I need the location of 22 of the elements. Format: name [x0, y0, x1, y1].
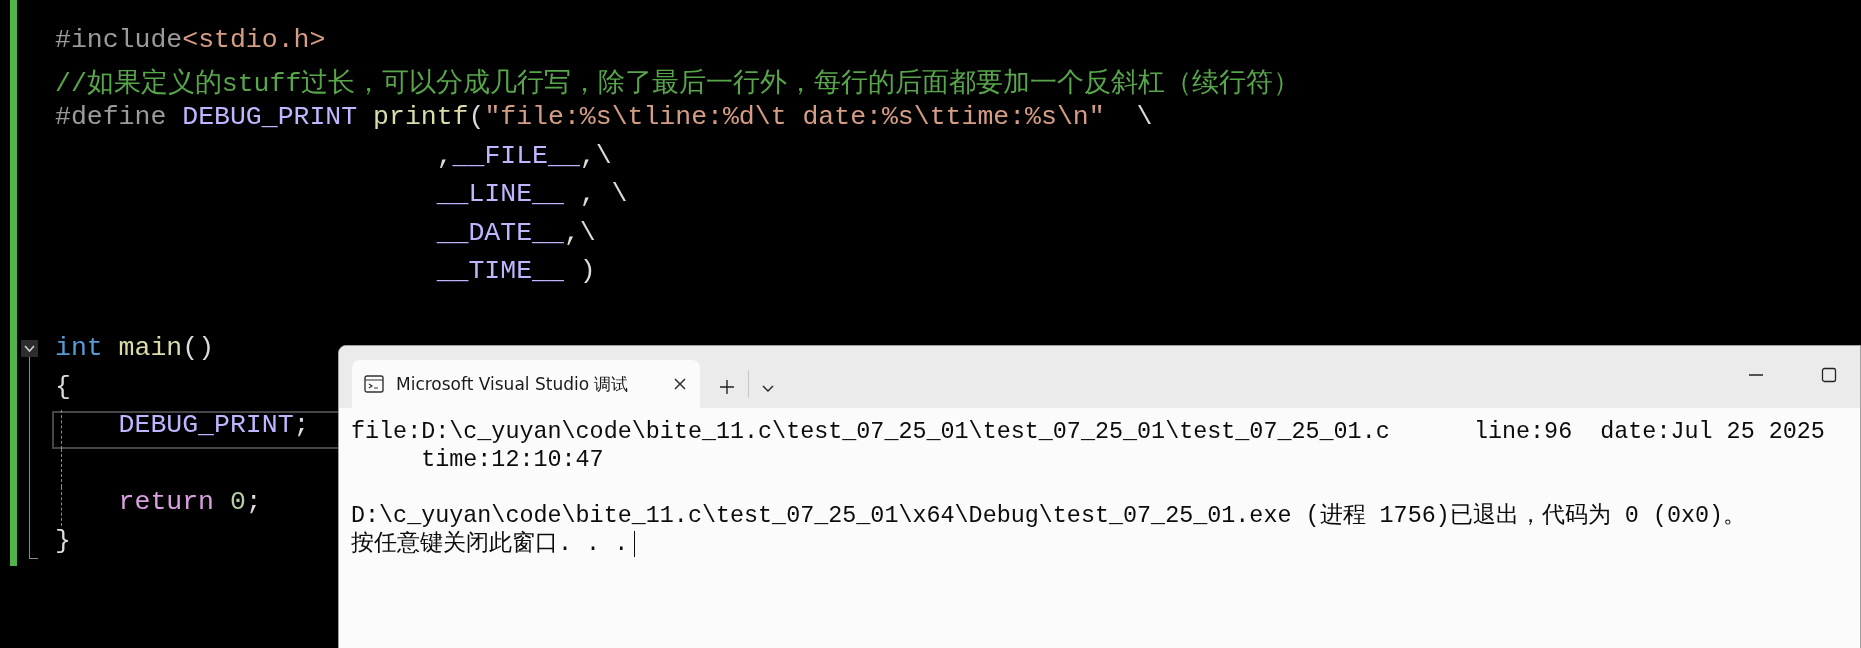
- code-line: }: [55, 525, 71, 558]
- console-line: D:\c_yuyan\code\bite_11.c\test_07_25_01\x64\Debug\test_07_25_01.exe (进程 1756)已退出，代码为 0 (0x0)。: [351, 503, 1747, 529]
- code-line: //如果定义的stuff过长，可以分成几行写，除了最后一行外，每行的后面都要加一个反斜杠（续行符）: [55, 67, 1301, 101]
- code-line: ,__FILE__,\: [435, 140, 612, 173]
- console-line: file:D:\c_yuyan\code\bite_11.c\test_07_25_01\test_07_25_01\test_07_25_01.c line:96 date:Jul 25 2025: [351, 419, 1825, 445]
- code-line: #include<stdio.h>: [55, 25, 326, 57]
- chevron-icon[interactable]: [761, 384, 775, 394]
- code-line: return 0;: [117, 487, 262, 519]
- code-line: __TIME__ ): [435, 256, 596, 288]
- code-line: __DATE__,\: [435, 217, 596, 250]
- console-line: time:12:10:47: [420, 447, 604, 473]
- code-line: DEBUG_PRINT;: [117, 410, 310, 442]
- code-line: int main(): [55, 333, 215, 365]
- code-line: #define DEBUG_PRINT printf("file:%s\tline:%d\t date:%s\ttime:%s\n" \: [55, 102, 1153, 134]
- terminal-icon: [364, 375, 384, 393]
- code-line: {: [55, 371, 71, 404]
- console-tab[interactable]: Microsoft Visual Studio 调试: [352, 360, 700, 408]
- plus-icon[interactable]: [718, 378, 736, 396]
- console-line: 按任意键关闭此窗口. . .: [351, 531, 629, 557]
- maximize-icon[interactable]: [1820, 366, 1838, 384]
- close-icon[interactable]: [672, 376, 688, 392]
- code-line: __LINE__ , \: [435, 179, 628, 211]
